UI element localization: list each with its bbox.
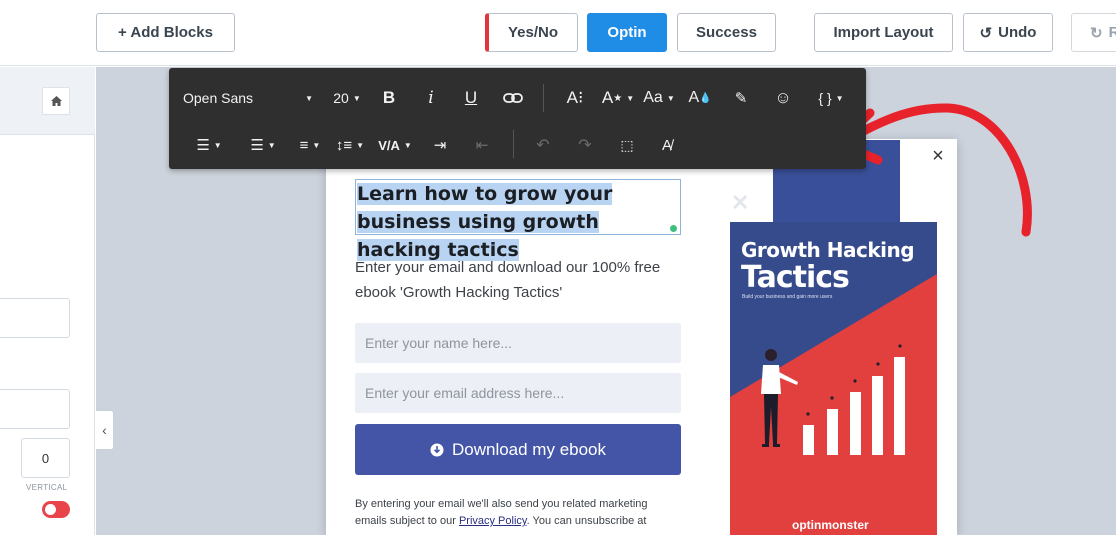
- align-left-icon[interactable]: ≡ ▼: [293, 132, 327, 158]
- select-all-icon[interactable]: ⬚: [615, 132, 639, 158]
- underline-icon[interactable]: U: [459, 85, 483, 111]
- redo-icon[interactable]: ↷: [573, 132, 597, 158]
- highlighter-icon[interactable]: ✎: [729, 85, 753, 111]
- italic-icon[interactable]: i: [419, 85, 443, 111]
- font-size-select[interactable]: 20 ▼: [327, 86, 367, 110]
- font-size-value: 20: [333, 90, 349, 106]
- undo-icon[interactable]: ↶: [531, 132, 555, 158]
- font-size-adjust-icon[interactable]: A⁝: [563, 85, 587, 111]
- unordered-list-icon[interactable]: ☰ ▼: [241, 132, 285, 158]
- text-case-icon[interactable]: Aa ▼: [641, 85, 677, 111]
- text-color-icon[interactable]: A ★ ▼: [601, 85, 635, 111]
- bold-icon[interactable]: B: [377, 85, 401, 111]
- ordered-list-icon[interactable]: ☰ ▼: [187, 132, 231, 158]
- code-icon[interactable]: { } ▼: [811, 85, 851, 111]
- letter-spacing-icon[interactable]: V/A ▼: [375, 132, 415, 158]
- indent-icon[interactable]: ⇥: [427, 132, 453, 158]
- outdent-icon[interactable]: ⇤: [469, 132, 495, 158]
- font-family-select[interactable]: Open Sans ▼: [183, 86, 313, 110]
- clear-formatting-icon[interactable]: A̸: [655, 132, 679, 158]
- chevron-down-icon: ▼: [305, 93, 313, 103]
- emoji-icon[interactable]: ☺: [771, 85, 795, 111]
- chevron-down-icon: ▼: [352, 93, 361, 103]
- line-height-icon[interactable]: ↕≡ ▼: [333, 132, 367, 158]
- link-icon[interactable]: [500, 85, 526, 111]
- letter-spacing-label: V/A: [378, 137, 400, 153]
- font-family-value: Open Sans: [183, 90, 254, 106]
- text-case-label: Aa: [643, 89, 663, 106]
- toolbar-divider: [543, 84, 544, 112]
- background-color-icon[interactable]: A 💧: [688, 85, 711, 111]
- text-format-toolbar: Open Sans ▼ 20 ▼ B i U A⁝ A ★ ▼ Aa ▼ A 💧 ✎ ☺…: [169, 68, 866, 169]
- code-label: { }: [818, 90, 832, 106]
- toolbar-divider: [513, 130, 514, 158]
